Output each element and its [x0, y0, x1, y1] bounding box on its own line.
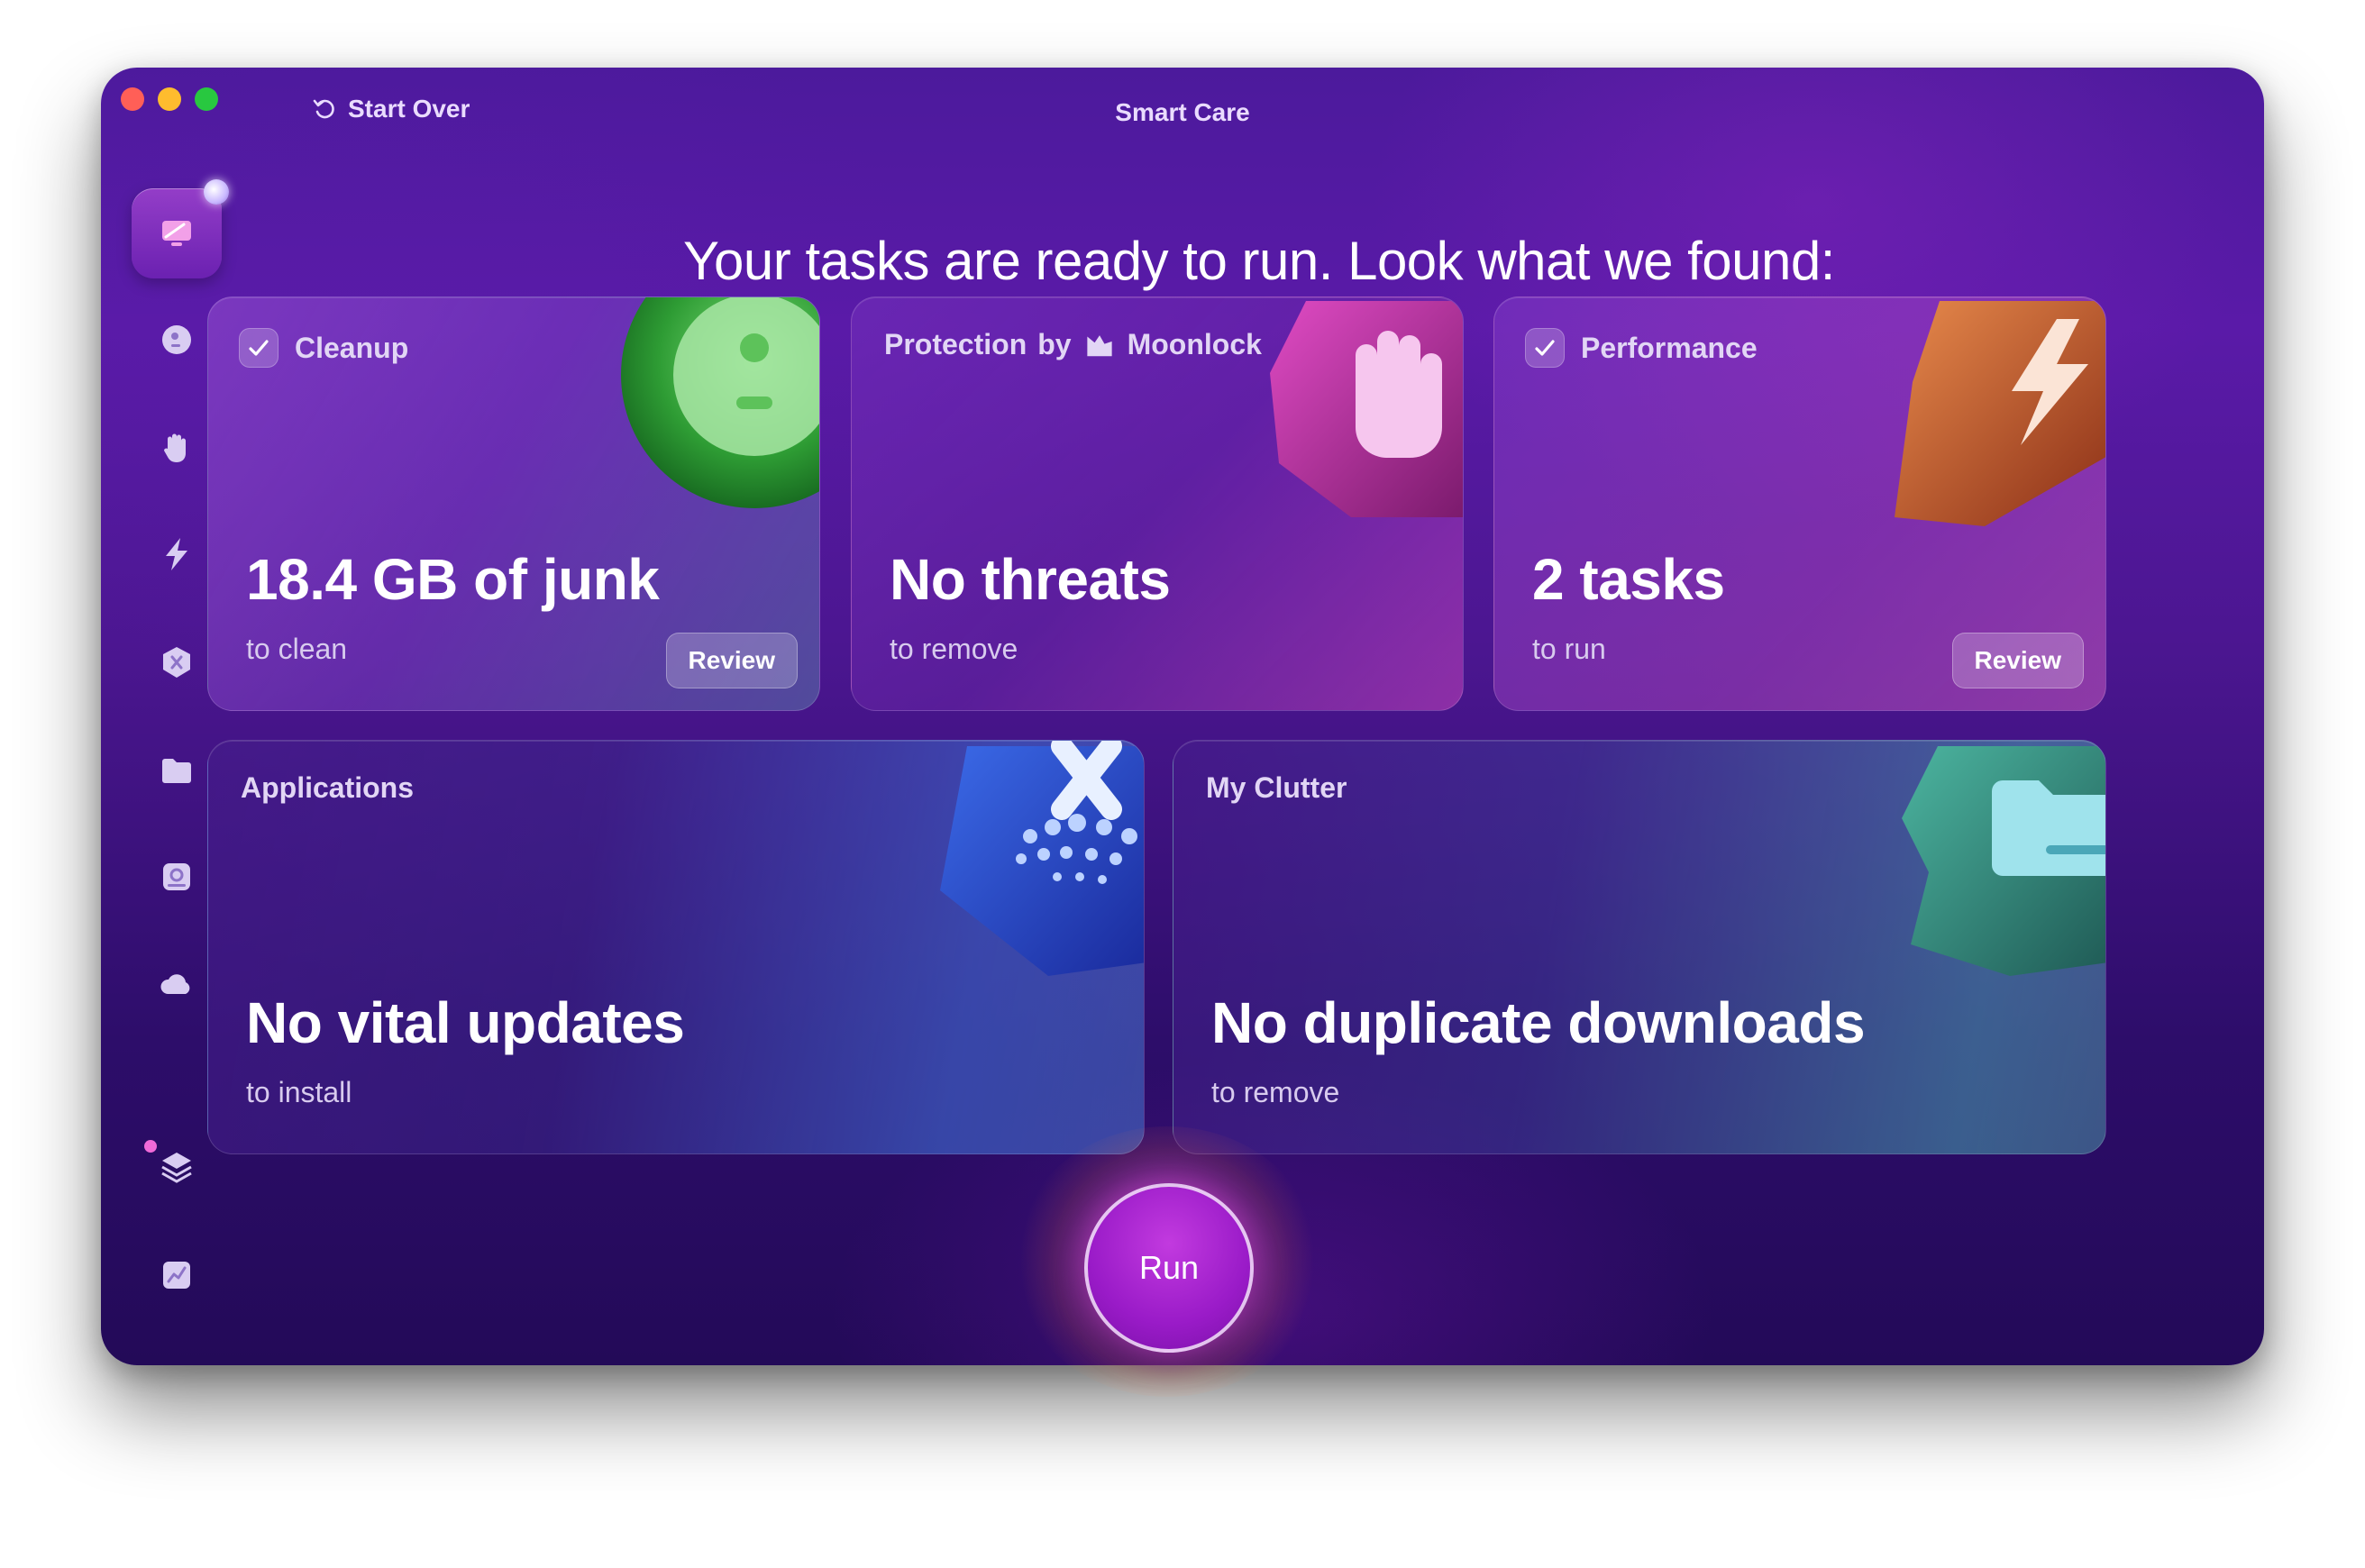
cleanup-label: Cleanup	[295, 331, 409, 364]
cleanup-card[interactable]: Cleanup 18.4 GB of junk to clean Review	[207, 296, 820, 711]
performance-label: Performance	[1581, 331, 1758, 364]
applications-card[interactable]: Applications No vital updates to install	[207, 740, 1145, 1154]
sidebar-item-performance[interactable]	[132, 509, 222, 599]
cleanup-disc-icon	[162, 325, 191, 354]
moonlock-logo-icon	[1086, 334, 1112, 356]
monitor-icon	[162, 221, 191, 246]
protection-by-label: by	[1037, 328, 1072, 360]
performance-lightning-icon	[1895, 301, 2105, 526]
cleanup-disc-icon	[621, 297, 819, 508]
layers-icon	[161, 1153, 192, 1183]
performance-review-button[interactable]: Review	[1951, 633, 2084, 688]
moonlock-label: Moonlock	[1127, 328, 1262, 360]
page-headline: Your tasks are ready to run. Look what w…	[683, 231, 1835, 291]
my-clutter-folder-icon	[1902, 746, 2105, 976]
cleanup-value: 18.4 GB of junk	[246, 547, 660, 612]
start-over-label: Start Over	[348, 95, 470, 123]
performance-title: Performance	[1525, 328, 1758, 368]
protection-title: Protection by Moonlock	[884, 328, 1262, 361]
performance-subtitle: to run	[1532, 633, 1606, 665]
checkmark-icon	[1535, 340, 1555, 356]
applications-title: Applications	[241, 771, 415, 804]
applications-value: No vital updates	[246, 990, 685, 1055]
performance-checkbox[interactable]	[1525, 328, 1565, 368]
protection-value: No threats	[890, 547, 1171, 612]
hand-icon	[164, 433, 186, 462]
my-clutter-title: My Clutter	[1206, 771, 1347, 804]
close-window-button[interactable]	[121, 87, 144, 111]
minimize-window-button[interactable]	[158, 87, 181, 111]
protection-card[interactable]: Protection by Moonlock No threats to rem…	[851, 296, 1464, 711]
sidebar-item-my-clutter[interactable]	[132, 725, 222, 816]
sidebar-item-assistant[interactable]	[132, 1122, 222, 1212]
my-clutter-card[interactable]: My Clutter No duplicate downloads to rem…	[1173, 740, 2106, 1154]
sidebar-item-cloud[interactable]	[132, 940, 222, 1030]
apps-icon	[163, 647, 190, 678]
lightning-icon	[166, 538, 187, 570]
run-button[interactable]: Run	[1084, 1183, 1254, 1353]
cleanup-title: Cleanup	[239, 328, 408, 368]
window-controls	[121, 87, 218, 111]
chart-icon	[163, 1262, 190, 1289]
performance-value: 2 tasks	[1532, 547, 1725, 612]
applications-subtitle: to install	[246, 1076, 352, 1108]
cleanup-subtitle: to clean	[246, 633, 348, 665]
my-clutter-value: No duplicate downloads	[1211, 990, 1866, 1055]
performance-card[interactable]: Performance 2 tasks to run Review	[1493, 296, 2106, 711]
sidebar-item-smart-care[interactable]	[132, 179, 229, 278]
undo-icon	[313, 99, 334, 119]
cleanup-review-button[interactable]: Review	[665, 633, 798, 688]
applications-updater-icon	[940, 741, 1144, 976]
sidebar-item-applications[interactable]	[132, 617, 222, 707]
start-over-button[interactable]: Start Over	[310, 95, 470, 123]
folder-icon	[162, 759, 191, 783]
protection-label: Protection	[884, 328, 1027, 360]
sidebar-item-menu[interactable]	[132, 1230, 222, 1320]
protection-hand-icon	[1270, 301, 1463, 517]
cloud-icon	[160, 974, 190, 994]
space-lens-icon	[163, 863, 190, 890]
sidebar-item-cleanup[interactable]	[132, 295, 222, 385]
zoom-window-button[interactable]	[195, 87, 218, 111]
protection-subtitle: to remove	[890, 633, 1018, 665]
sidebar-item-protection[interactable]	[132, 403, 222, 493]
status-dot	[204, 179, 229, 205]
sidebar	[101, 68, 254, 1365]
sidebar-item-space-lens[interactable]	[132, 832, 222, 922]
my-clutter-subtitle: to remove	[1211, 1076, 1340, 1108]
